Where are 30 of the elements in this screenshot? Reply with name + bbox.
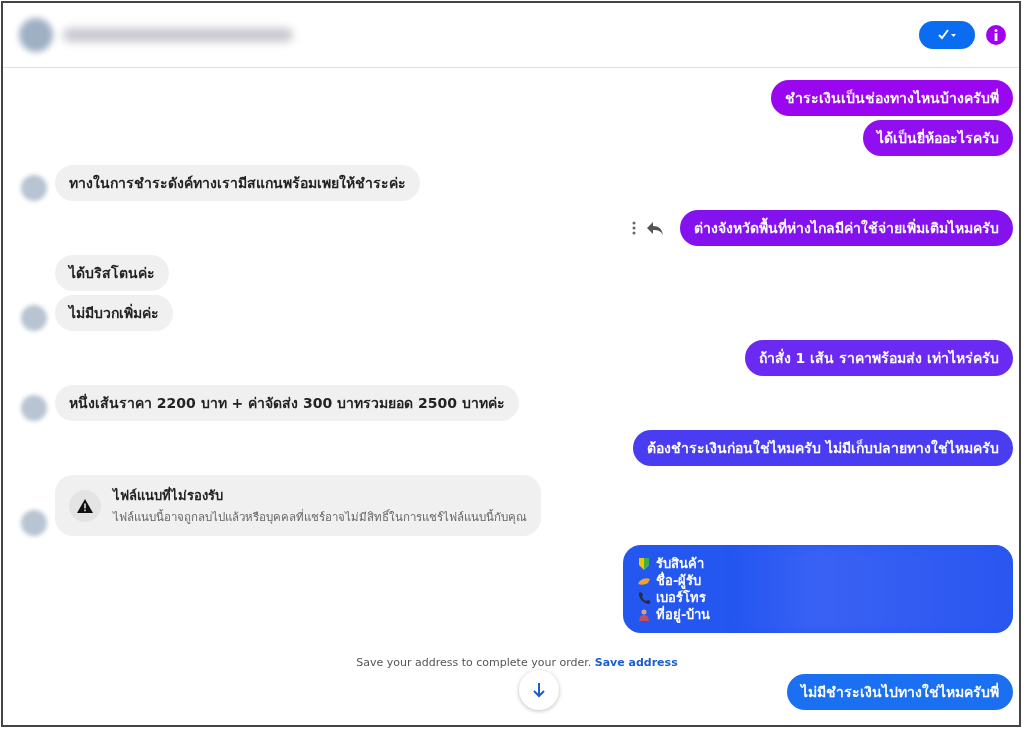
message-bubble: ไม่มีบวกเพิ่มค่ะ — [55, 295, 173, 331]
check-icon — [937, 29, 957, 41]
message-bubble: หนึ่งเส้นราคา 2200 บาท + ค่าจัดส่ง 300 บาทรวมยอด 2500 บาทค่ะ — [55, 385, 519, 421]
message-bubble: ชำระเงินเป็นช่องทางไหนบ้างครับพี่ — [771, 80, 1013, 116]
notice-text: ไฟล์แนบนี้อาจถูกลบไปแล้วหรือบุคคลที่แชร์อาจไม่มีสิทธิ์ในการแชร์ไฟล์แนบนี้กับคุณ — [113, 508, 527, 526]
message-bubble: ต่างจังหวัดพื้นที่ห่างไกลมีค่าใช้จ่ายเพิ่มเติมไหมครับ — [680, 210, 1013, 246]
message-bubble: ต้องชำระเงินก่อนใช่ไหมครับ ไม่มีเก็บปลายทางใช่ไหมครับ — [633, 430, 1013, 466]
message-bubble: ได้บริสโตนค่ะ — [55, 255, 169, 291]
more-icon[interactable] — [632, 221, 636, 235]
save-address-link[interactable]: Save address — [594, 656, 678, 669]
avatar — [19, 18, 53, 52]
reply-icon[interactable] — [646, 221, 664, 235]
prompt-text: Save your address to complete your order. — [356, 656, 592, 669]
message-line: ที่อยู่-บ้าน — [656, 606, 711, 623]
message-bubble: ไม่มีชำระเงินไปทางใช่ไหมครับพี่ — [787, 674, 1013, 710]
message-bubble: ได้เป็นยี่ห้ออะไรครับ — [863, 120, 1013, 156]
notice-title: ไฟล์แนบที่ไม่รองรับ — [113, 485, 224, 505]
people-icon — [637, 607, 651, 622]
warning-icon — [77, 498, 93, 513]
down-arrow-icon — [532, 682, 546, 698]
message-line: เบอร์โทร — [656, 589, 706, 605]
message-line: รับสินค้า — [656, 555, 704, 571]
message-line: ชื่อ-ผู้รับ — [656, 572, 702, 589]
message-bubble: ทางในการชำระดังค์ทางเรามีสแกนพร้อมเพยให้ชำระค่ะ — [55, 165, 420, 201]
info-icon[interactable] — [985, 24, 1007, 46]
badge-icon — [637, 556, 651, 571]
scroll-down-button[interactable] — [519, 670, 559, 710]
message-bubble: ถ้าสั่ง 1 เส้น ราคาพร้อมส่ง เท่าไหร่ครับ — [744, 340, 1013, 376]
status-button[interactable] — [919, 21, 975, 49]
phone-icon — [637, 590, 651, 605]
